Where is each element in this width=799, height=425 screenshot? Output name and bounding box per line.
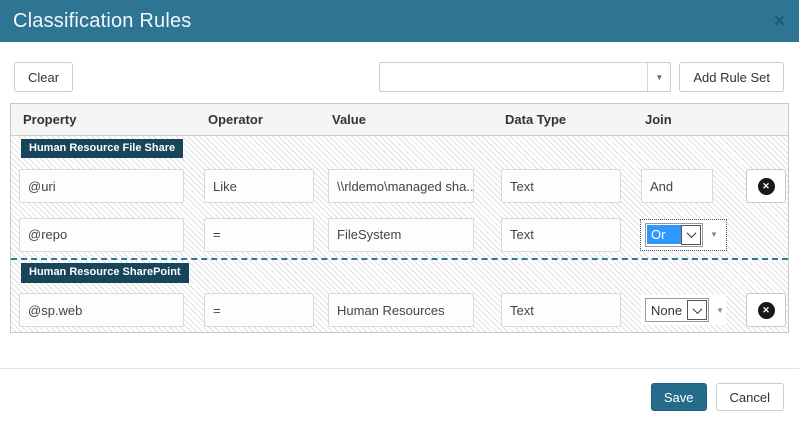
group-badge-sharepoint: Human Resource SharePoint	[21, 263, 189, 282]
property-field[interactable]: @sp.web	[19, 293, 184, 327]
rule-group-header: Human Resource SharePoint	[11, 260, 788, 286]
chevron-down-icon	[692, 304, 702, 314]
value-field[interactable]: Human Resources	[328, 293, 474, 327]
operator-field[interactable]: =	[204, 293, 314, 327]
chevron-down-icon[interactable]: ▼	[710, 230, 718, 239]
property-field[interactable]: @uri	[19, 169, 184, 203]
join-select[interactable]: None ▼	[641, 295, 726, 325]
column-header-value: Value	[328, 112, 474, 127]
join-select-box[interactable]: None	[645, 298, 709, 322]
data-type-field[interactable]: Text	[501, 293, 621, 327]
table-row: @sp.web = Human Resources Text None ▼	[11, 286, 788, 334]
rules-table: Property Operator Value Data Type Join H…	[10, 103, 789, 333]
value-field[interactable]: \\rldemo\managed sha...	[328, 169, 474, 203]
table-row: @uri Like \\rldemo\managed sha... Text A…	[11, 161, 788, 211]
classification-rules-dialog: Classification Rules × Clear ▼ Add Rule …	[0, 0, 799, 425]
table-row: @repo = FileSystem Text Or ▼	[11, 211, 788, 258]
clear-button[interactable]: Clear	[14, 62, 73, 92]
dialog-titlebar: Classification Rules ×	[0, 0, 799, 42]
column-header-data-type: Data Type	[501, 112, 621, 127]
value-field[interactable]: FileSystem	[328, 218, 474, 252]
delete-rule-button[interactable]: ✕	[746, 293, 786, 327]
operator-field[interactable]: =	[204, 218, 314, 252]
data-type-field[interactable]: Text	[501, 169, 621, 203]
chevron-down-icon	[686, 228, 696, 238]
dialog-title: Classification Rules	[13, 10, 192, 33]
chevron-down-icon[interactable]: ▼	[647, 63, 670, 91]
cancel-button[interactable]: Cancel	[716, 383, 784, 411]
column-header-join: Join	[641, 112, 726, 127]
join-select[interactable]: Or ▼	[641, 220, 726, 250]
select-arrow-button[interactable]	[687, 300, 707, 320]
ruleset-combobox-value[interactable]	[380, 63, 647, 91]
delete-rule-button[interactable]: ✕	[746, 169, 786, 203]
ruleset-combobox[interactable]: ▼	[379, 62, 671, 92]
join-field[interactable]: And	[641, 169, 713, 203]
data-type-field[interactable]: Text	[501, 218, 621, 252]
add-rule-set-button[interactable]: Add Rule Set	[679, 62, 784, 92]
join-selected-value[interactable]: Or	[647, 225, 681, 244]
delete-icon: ✕	[758, 302, 775, 319]
chevron-down-icon[interactable]: ▼	[716, 306, 724, 315]
table-body: Human Resource File Share @uri Like \\rl…	[11, 136, 788, 332]
operator-field[interactable]: Like	[204, 169, 314, 203]
join-select-box[interactable]: Or	[645, 223, 703, 247]
dialog-footer: Save Cancel	[0, 368, 799, 425]
property-field[interactable]: @repo	[19, 218, 184, 252]
join-selected-value[interactable]: None	[647, 301, 687, 320]
column-header-property: Property	[19, 112, 184, 127]
table-header-row: Property Operator Value Data Type Join	[11, 104, 788, 136]
group-badge-file-share: Human Resource File Share	[21, 139, 183, 158]
rule-group-header: Human Resource File Share	[11, 136, 788, 161]
close-icon[interactable]: ×	[774, 12, 785, 31]
select-arrow-button[interactable]	[681, 225, 701, 245]
save-button[interactable]: Save	[651, 383, 707, 411]
delete-icon: ✕	[758, 178, 775, 195]
toolbar: Clear ▼ Add Rule Set	[14, 62, 784, 92]
column-header-operator: Operator	[204, 112, 314, 127]
